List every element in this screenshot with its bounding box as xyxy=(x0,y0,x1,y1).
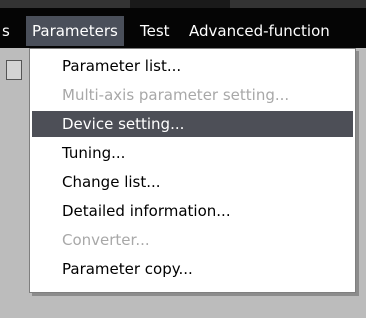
menu-item-test[interactable]: Test xyxy=(134,16,176,46)
menu-option-device-setting[interactable]: Device setting... xyxy=(32,111,353,137)
menu-option-change-list[interactable]: Change list... xyxy=(32,169,353,195)
menu-option-multi-axis-parameter-setting: Multi-axis parameter setting... xyxy=(62,86,290,104)
title-bar-segment xyxy=(130,0,230,8)
toolbar-button[interactable] xyxy=(6,60,22,80)
app-window: s Parameters Test Advanced-function Para… xyxy=(0,0,366,318)
menu-option-parameter-copy[interactable]: Parameter copy... xyxy=(32,256,353,282)
menu-item-parameters[interactable]: Parameters xyxy=(26,16,124,46)
menu-item-advanced-function[interactable]: Advanced-function xyxy=(183,16,336,46)
menu-item-partial[interactable]: s xyxy=(0,16,16,46)
menu-bar: s Parameters Test Advanced-function xyxy=(0,8,366,48)
title-bar-strip xyxy=(0,0,366,8)
menu-option-tuning[interactable]: Tuning... xyxy=(32,140,353,166)
menu-option-parameter-list[interactable]: Parameter list... xyxy=(32,53,353,79)
menu-option-converter: Converter... xyxy=(62,231,150,249)
parameters-dropdown-menu: Parameter list... Multi-axis parameter s… xyxy=(29,48,356,293)
menu-option-detailed-information[interactable]: Detailed information... xyxy=(32,198,353,224)
